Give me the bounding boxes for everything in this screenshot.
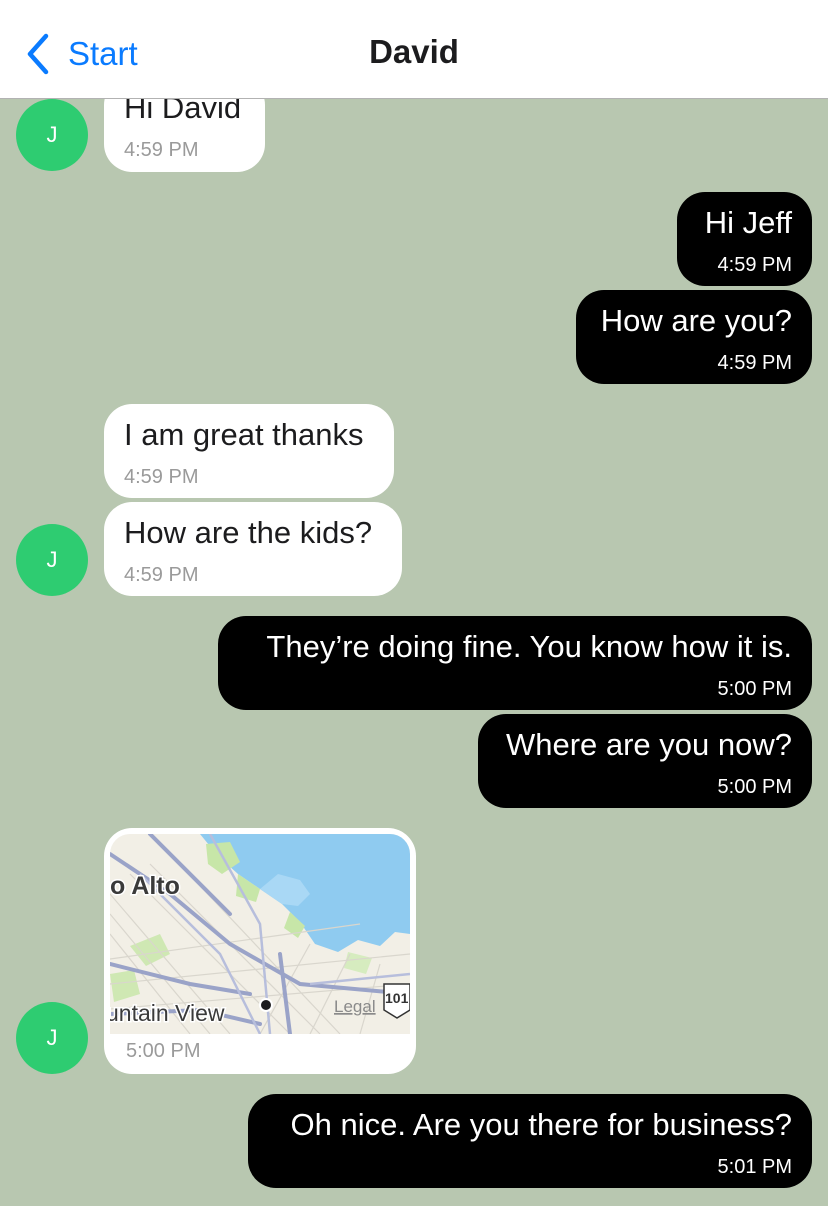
- message-text: They’re doing fine. You know how it is.: [266, 629, 792, 664]
- message-text: I am great thanks: [124, 417, 364, 452]
- page-title: David: [369, 33, 459, 70]
- location-message[interactable]: o Alto untain View Legal 101 5:00 PM: [104, 828, 416, 1074]
- map-image: o Alto untain View Legal 101: [110, 834, 410, 1034]
- incoming-message[interactable]: Hi David 4:59 PM: [104, 99, 265, 172]
- navigation-bar: Start David: [0, 0, 828, 99]
- message-time: 5:00 PM: [717, 776, 792, 798]
- message-time: 5:00 PM: [126, 1040, 201, 1062]
- message-time: 5:00 PM: [717, 678, 792, 700]
- message-text: Hi David: [124, 99, 242, 125]
- message-time: 4:59 PM: [717, 254, 792, 276]
- outgoing-message[interactable]: They’re doing fine. You know how it is. …: [218, 616, 812, 710]
- outgoing-message[interactable]: Oh nice. Are you there for business? 5:0…: [248, 1094, 812, 1188]
- message-time: 4:59 PM: [124, 466, 199, 488]
- message-time: 5:01 PM: [717, 1156, 792, 1178]
- message-text: How are the kids?: [124, 515, 373, 550]
- map-city-label-2: untain View: [110, 1000, 225, 1026]
- map-preview[interactable]: o Alto untain View Legal 101: [110, 834, 410, 1034]
- incoming-message[interactable]: How are the kids? 4:59 PM: [104, 502, 402, 596]
- outgoing-message[interactable]: Where are you now? 5:00 PM: [478, 714, 812, 808]
- avatar[interactable]: J: [16, 524, 88, 596]
- avatar[interactable]: J: [16, 1002, 88, 1074]
- message-text: Where are you now?: [505, 727, 792, 762]
- avatar[interactable]: J: [16, 99, 88, 171]
- message-time: 4:59 PM: [124, 139, 199, 161]
- map-city-label: o Alto: [110, 872, 180, 900]
- message-list[interactable]: J Hi David 4:59 PM Hi Jeff 4:59 PM How a…: [0, 99, 828, 1206]
- highway-shield-label: 101: [385, 990, 409, 1006]
- message-text: Oh nice. Are you there for business?: [290, 1107, 792, 1142]
- message-time: 4:59 PM: [717, 352, 792, 374]
- outgoing-message[interactable]: Hi Jeff 4:59 PM: [677, 192, 812, 286]
- map-legal-link: Legal: [334, 997, 376, 1016]
- outgoing-message[interactable]: How are you? 4:59 PM: [576, 290, 812, 384]
- message-text: Hi Jeff: [704, 205, 792, 240]
- message-time: 4:59 PM: [124, 564, 199, 586]
- message-text: How are you?: [600, 303, 792, 338]
- highway-shield-icon: 101: [383, 983, 410, 1019]
- incoming-message[interactable]: I am great thanks 4:59 PM: [104, 404, 394, 498]
